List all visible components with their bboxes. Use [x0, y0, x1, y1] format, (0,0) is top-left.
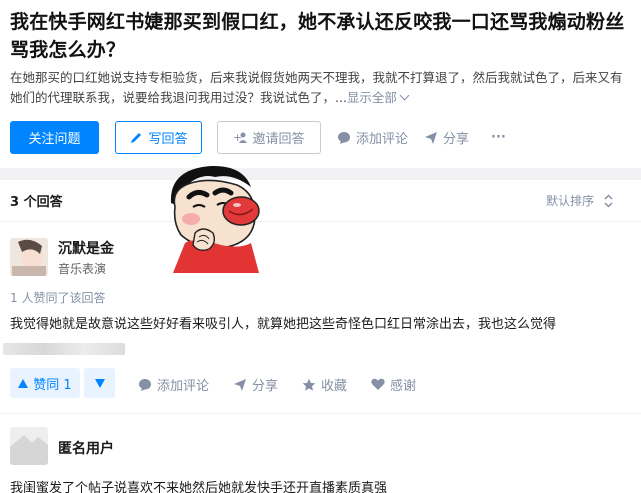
- pencil-icon: [129, 131, 143, 145]
- share-label: 分享: [443, 132, 470, 147]
- answer-author-headline: 音乐表演: [58, 262, 107, 276]
- answer-comment-label: 添加评论: [157, 379, 210, 394]
- collect-button[interactable]: 收藏: [302, 375, 347, 394]
- answers-header: 3 个回答 默认排序: [0, 180, 641, 222]
- answer-comment-button[interactable]: 添加评论: [138, 375, 209, 394]
- collect-label: 收藏: [321, 379, 348, 394]
- show-all-link[interactable]: 显示全部: [347, 90, 397, 105]
- chevron-down-icon[interactable]: [399, 90, 410, 101]
- invite-answer-button[interactable]: + 邀请回答: [217, 121, 321, 154]
- share-icon: [233, 378, 247, 392]
- sort-toggle-icon: [604, 193, 613, 208]
- sort-label: 默认排序: [545, 194, 594, 208]
- more-button[interactable]: ···: [491, 130, 506, 145]
- like-count-text: 1 人赞同了该回答: [10, 291, 106, 305]
- answer-share-button[interactable]: 分享: [233, 375, 278, 394]
- question-title[interactable]: 我在快手网红书婕那买到假口红，她不承认还反咬我一口还骂我煽动粉丝骂我怎么办？: [10, 8, 631, 64]
- answer-actions: 添加评论 分享 收藏 感谢: [138, 375, 440, 394]
- anonymous-avatar: [10, 427, 48, 465]
- write-answer-label: 写回答: [148, 132, 188, 147]
- add-comment-button[interactable]: 添加评论: [337, 128, 408, 147]
- share-button[interactable]: 分享: [424, 128, 469, 147]
- answer-text: 我闺蜜发了个帖子说喜欢不来她然后她就发快手还开直播素质真强: [10, 481, 388, 493]
- question-description: 在她那买的口红她说支持专柜验货，后来我说假货她两天不理我，我就不打算退了，然后我…: [10, 68, 631, 108]
- answer-text: 我觉得她就是故意说这些好好看来吸引人，就算她把这些奇怪色口红日常涂出去，我也这么…: [10, 317, 557, 332]
- question-actions: 关注问题 写回答 + 邀请回答 添加评论 分享 ···: [10, 121, 506, 154]
- upvote-icon: [18, 378, 29, 388]
- avatar[interactable]: [10, 238, 48, 276]
- downvote-button[interactable]: [84, 368, 115, 398]
- upvote-button[interactable]: 赞同 1: [10, 368, 80, 398]
- sort-dropdown[interactable]: 默认排序: [546, 192, 613, 209]
- answer-author-name[interactable]: 沉默是金: [58, 238, 114, 258]
- comment-icon: [337, 131, 351, 145]
- thanks-button[interactable]: 感谢: [371, 375, 416, 394]
- upvote-label: 赞同 1: [33, 377, 72, 393]
- share-icon: [424, 131, 438, 145]
- invite-answer-label: 邀请回答: [252, 132, 305, 147]
- cartoon-sticker: [170, 165, 260, 273]
- add-user-icon: +: [233, 132, 248, 144]
- thanks-label: 感谢: [390, 379, 417, 394]
- comment-icon: [138, 378, 152, 392]
- answer-count: 3 个回答: [10, 195, 63, 210]
- anonymous-user-name: 匿名用户: [58, 441, 114, 457]
- question-desc-text: 在她那买的口红她说支持专柜验货，后来我说假货她两天不理我，我就不打算退了，然后我…: [10, 70, 623, 105]
- answer-divider: [0, 413, 641, 414]
- downvote-icon: [94, 378, 105, 388]
- follow-question-button[interactable]: 关注问题: [10, 121, 99, 154]
- star-icon: [302, 378, 316, 392]
- write-answer-button[interactable]: 写回答: [115, 121, 202, 154]
- redacted-text: [3, 343, 125, 355]
- answer-share-label: 分享: [252, 379, 279, 394]
- add-comment-label: 添加评论: [356, 132, 409, 147]
- heart-icon: [371, 378, 385, 391]
- section-separator: [0, 168, 641, 180]
